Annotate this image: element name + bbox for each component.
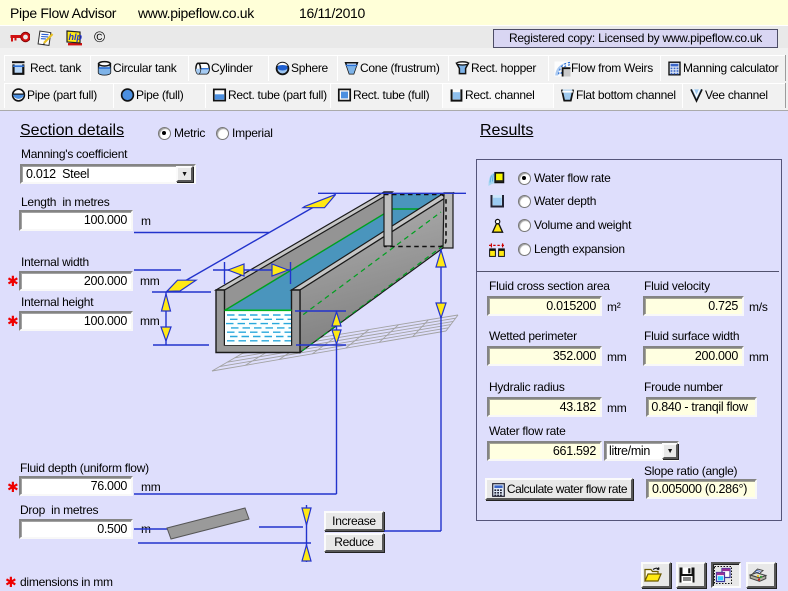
svg-text:hlp: hlp [69,32,83,42]
